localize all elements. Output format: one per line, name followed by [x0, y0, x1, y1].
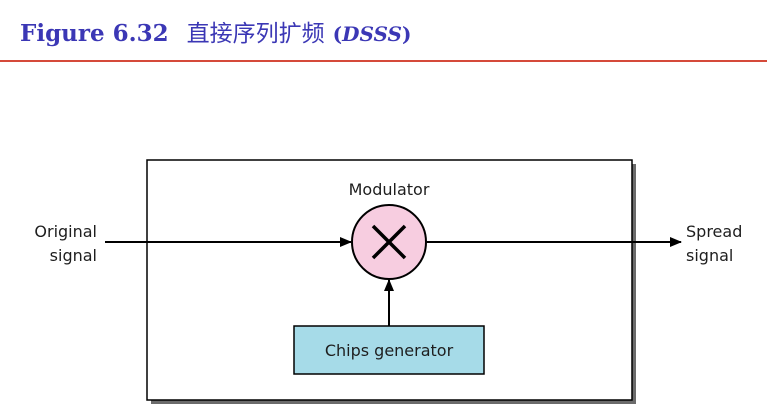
- modulator-label: Modulator: [349, 180, 430, 199]
- chips-generator-label: Chips generator: [325, 341, 454, 360]
- input-label-line-2: signal: [50, 246, 97, 265]
- input-label-line-1: Original: [34, 222, 97, 241]
- dsss-diagram: Modulator Chips generator Original signa…: [34, 159, 742, 404]
- output-label-line-2: signal: [686, 246, 733, 265]
- output-label-line-1: Spread: [686, 222, 742, 241]
